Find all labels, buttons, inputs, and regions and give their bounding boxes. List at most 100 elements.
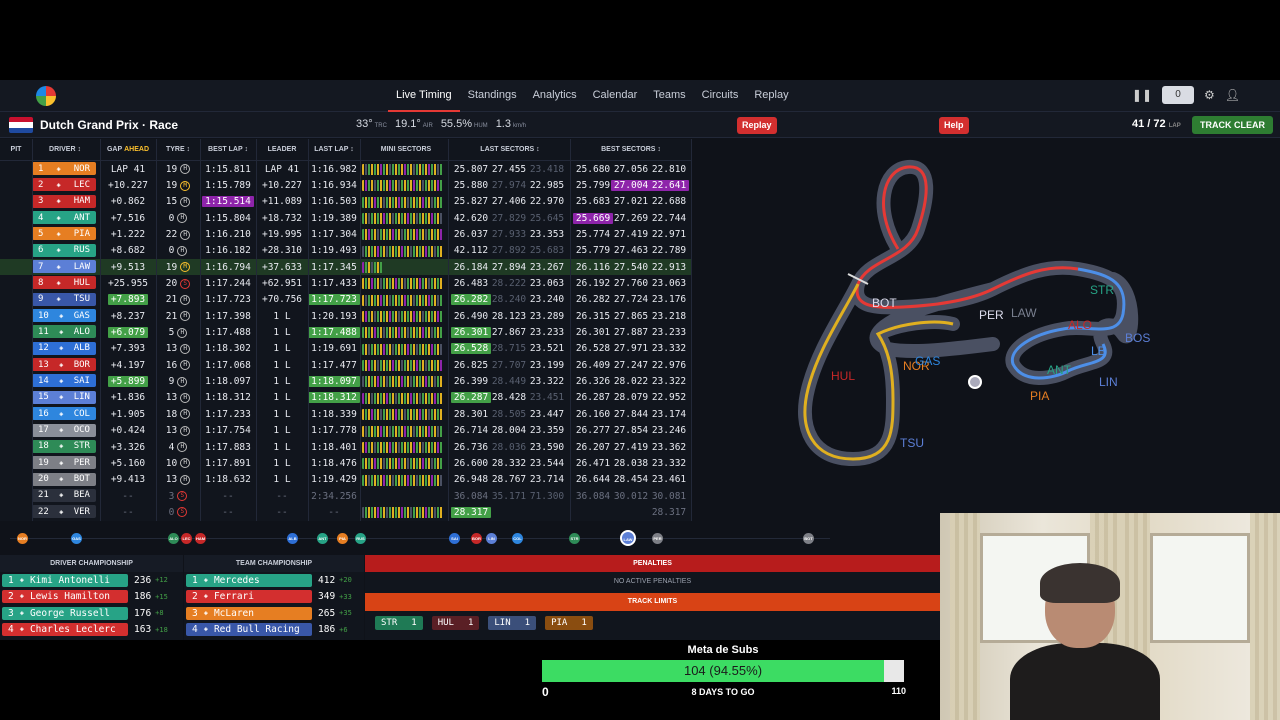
driver-standing-row[interactable]: 3 ◈ George Russell 176 +8 xyxy=(2,605,181,622)
nav-link-teams[interactable]: Teams xyxy=(645,80,693,112)
table-row[interactable]: 9 ◈ TSU +7.893 21 H 1:17.723 +70.756 1:17.723 26.… xyxy=(0,292,691,308)
replay-button[interactable]: Replay xyxy=(737,117,777,134)
table-row[interactable]: 7 ◈ LAW +9.513 19 M 1:16.794 +37.633 1:17.345 26.… xyxy=(0,259,691,276)
nav-link-circuits[interactable]: Circuits xyxy=(694,80,747,112)
driver-cell[interactable]: 11 ◈ ALO xyxy=(32,325,96,339)
car-progress-dot[interactable]: COL xyxy=(512,533,523,544)
table-row[interactable]: 12 ◈ ALB +7.393 13 H 1:18.302 1 L 1:19.691 26.528… xyxy=(0,341,691,357)
driver-cell[interactable]: 12 ◈ ALB xyxy=(32,341,96,355)
col-leader[interactable]: LEADER xyxy=(256,139,308,160)
driver-standing-row[interactable]: 2 ◈ Lewis Hamilton 186 +15 xyxy=(2,589,181,606)
selected-car-marker[interactable] xyxy=(968,375,982,389)
driver-cell[interactable]: 19 ◈ PER xyxy=(32,456,96,470)
team-standing-row[interactable]: 2 ◈ Ferrari 349 +33 xyxy=(186,589,362,606)
driver-cell[interactable]: 17 ◈ OCO xyxy=(32,423,96,437)
driver-standing-row[interactable]: 4 ◈ Charles Leclerc 163 +18 xyxy=(2,622,181,639)
car-progress-dot[interactable]: SAI xyxy=(449,533,460,544)
col-driver[interactable]: DRIVER ↕ xyxy=(32,139,98,160)
track-limit-badge[interactable]: LIN 1 xyxy=(488,616,537,630)
help-button[interactable]: Help xyxy=(939,117,969,134)
nav-link-calendar[interactable]: Calendar xyxy=(585,80,646,112)
driver-cell[interactable]: 16 ◈ COL xyxy=(32,407,96,421)
col-tyre[interactable]: TYRE ↕ xyxy=(156,139,200,160)
user-icon[interactable]: 👤︎ xyxy=(1225,88,1240,102)
map-label-hul[interactable]: HUL xyxy=(831,369,855,383)
col-last-sectors[interactable]: LAST SECTORS ↕ xyxy=(450,139,570,160)
pause-counter[interactable]: 0 xyxy=(1162,86,1194,104)
pause-icon[interactable]: ❚❚ xyxy=(1132,88,1152,102)
driver-cell[interactable]: 15 ◈ LIN xyxy=(32,390,96,404)
gap-mode-toggle[interactable]: AHEAD xyxy=(124,146,149,153)
gear-icon[interactable]: ⚙ xyxy=(1204,88,1215,102)
table-row[interactable]: 14 ◈ SAI +5.899 9 H 1:18.097 1 L 1:18.097 26.399 2… xyxy=(0,373,691,389)
nav-link-analytics[interactable]: Analytics xyxy=(525,80,585,112)
map-label-bot[interactable]: BOT xyxy=(872,296,897,310)
map-label-tsu[interactable]: TSU xyxy=(900,436,924,450)
table-row[interactable]: 6 ◈ RUS +8.682 0 H 1:16.182 +28.310 1:19.493 42.1… xyxy=(0,243,691,259)
driver-cell[interactable]: 13 ◈ BOR xyxy=(32,358,96,372)
team-standing-row[interactable]: 3 ◈ McLaren 265 +35 xyxy=(186,605,362,622)
driver-cell[interactable]: 6 ◈ RUS xyxy=(32,243,96,257)
table-row[interactable]: 22 ◈ VER -- 0 S -- -- -- 28.317 28.317 xyxy=(0,504,691,520)
car-progress-dot[interactable]: BOR xyxy=(471,533,482,544)
table-row[interactable]: 3 ◈ HAM +0.862 15 H 1:15.514 +11.089 1:16.503 25.… xyxy=(0,194,691,210)
driver-cell[interactable]: 10 ◈ GAS xyxy=(32,309,96,323)
car-progress-dot[interactable]: HAM xyxy=(195,533,206,544)
driver-cell[interactable]: 5 ◈ PIA xyxy=(32,227,96,241)
nav-link-standings[interactable]: Standings xyxy=(460,80,525,112)
driver-cell[interactable]: 8 ◈ HUL xyxy=(32,276,96,290)
car-progress-dot[interactable]: BOT xyxy=(803,533,814,544)
car-progress-dot[interactable]: NOR xyxy=(17,533,28,544)
table-row[interactable]: 8 ◈ HUL +25.955 20 S 1:17.244 +62.951 1:17.433 26… xyxy=(0,275,691,291)
table-row[interactable]: 21 ◈ BEA -- 3 S -- -- 2:34.256 36.084 35.171 71.300… xyxy=(0,488,691,504)
map-label-lb[interactable]: LB xyxy=(1091,344,1106,358)
map-label-lin[interactable]: LIN xyxy=(1099,375,1118,389)
map-label-bos[interactable]: BOS xyxy=(1125,331,1150,345)
driver-cell[interactable]: 9 ◈ TSU xyxy=(32,292,96,306)
map-label-pia[interactable]: PIA xyxy=(1030,389,1049,403)
table-row[interactable]: 18 ◈ STR +3.326 4 H 1:17.883 1 L 1:18.401 26.736 2… xyxy=(0,439,691,455)
map-label-gas[interactable]: GAS xyxy=(915,354,940,368)
track-limit-badge[interactable]: HUL 1 xyxy=(431,616,480,630)
col-best-sectors[interactable]: BEST SECTORS ↕ xyxy=(572,139,690,160)
table-row[interactable]: 11 ◈ ALO +6.079 5 H 1:17.488 1 L 1:17.488 26.301 2… xyxy=(0,324,691,340)
col-last-lap[interactable]: LAST LAP ↕ xyxy=(308,139,360,160)
car-progress-dot[interactable]: ANT xyxy=(317,533,328,544)
map-label-str[interactable]: STR xyxy=(1090,283,1114,297)
table-row[interactable]: 19 ◈ PER +5.160 10 H 1:17.891 1 L 1:18.476 26.600… xyxy=(0,455,691,471)
car-progress-dot[interactable]: PER xyxy=(652,533,663,544)
driver-cell[interactable]: 18 ◈ STR xyxy=(32,439,96,453)
car-progress-dot[interactable]: LEC xyxy=(181,533,192,544)
driver-cell[interactable]: 4 ◈ ANT xyxy=(32,211,96,225)
map-label-ant[interactable]: ANT xyxy=(1047,363,1072,377)
table-row[interactable]: 5 ◈ PIA +1.222 22 H 1:16.210 +19.995 1:17.304 26.… xyxy=(0,226,691,242)
car-progress-dot[interactable]: RUS xyxy=(355,533,366,544)
table-row[interactable]: 2 ◈ LEC +10.227 19 M 1:15.789 +10.227 1:16.934 25… xyxy=(0,177,691,193)
car-progress-dot[interactable]: STR xyxy=(569,533,580,544)
table-row[interactable]: 13 ◈ BOR +4.197 16 H 1:17.068 1 L 1:17.477 26.825… xyxy=(0,357,691,373)
col-best-lap[interactable]: BEST LAP ↕ xyxy=(200,139,256,160)
track-limit-badge[interactable]: PIA 1 xyxy=(545,616,593,630)
driver-cell[interactable]: 7 ◈ LAW xyxy=(32,260,96,274)
car-progress-dot[interactable]: ALB xyxy=(287,533,298,544)
driver-cell[interactable]: 21 ◈ BEA xyxy=(32,488,96,502)
driver-cell[interactable]: 2 ◈ LEC xyxy=(32,178,96,192)
car-progress-dot[interactable]: LAW xyxy=(620,530,636,546)
col-pit[interactable]: PIT xyxy=(0,139,32,160)
nav-link-replay[interactable]: Replay xyxy=(746,80,796,112)
table-row[interactable]: 15 ◈ LIN +1.836 13 H 1:18.312 1 L 1:18.312 26.287… xyxy=(0,390,691,406)
team-standing-row[interactable]: 4 ◈ Red Bull Racing 186 +6 xyxy=(186,622,362,639)
driver-cell[interactable]: 3 ◈ HAM xyxy=(32,194,96,208)
driver-cell[interactable]: 14 ◈ SAI xyxy=(32,374,96,388)
car-progress-dot[interactable]: GAS xyxy=(71,533,82,544)
track-map[interactable]: BOT PER LAW STR ALO LB BOS ANT LIN PIA HUL NOR GAS TS… xyxy=(693,139,1280,521)
table-row[interactable]: 16 ◈ COL +1.905 18 H 1:17.233 1 L 1:18.339 28.301… xyxy=(0,406,691,422)
table-row[interactable]: 1 ◈ NOR LAP 41 19 H 1:15.811 LAP 41 1:16.982 25.8… xyxy=(0,161,691,177)
map-label-law[interactable]: LAW xyxy=(1011,306,1037,320)
nav-link-live-timing[interactable]: Live Timing xyxy=(388,80,460,112)
app-logo-icon[interactable] xyxy=(36,86,56,106)
table-row[interactable]: 17 ◈ OCO +0.424 13 H 1:17.754 1 L 1:17.778 26.714… xyxy=(0,423,691,439)
map-label-alo[interactable]: ALO xyxy=(1068,318,1092,332)
map-label-per[interactable]: PER xyxy=(979,308,1004,322)
driver-standing-row[interactable]: 1 ◈ Kimi Antonelli 236 +12 xyxy=(2,572,181,589)
